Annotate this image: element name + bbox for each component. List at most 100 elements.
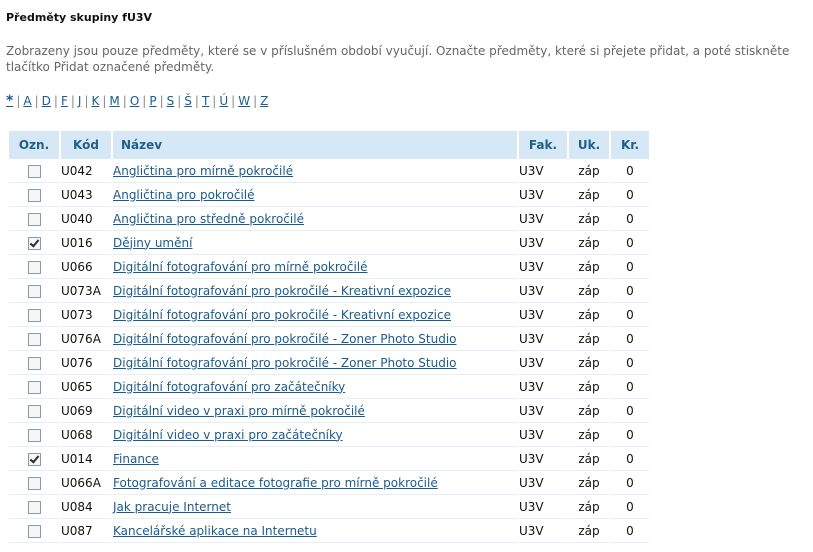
alphabet-link-d[interactable]: D	[42, 94, 51, 108]
course-name-cell: Angličtina pro mírně pokročilé	[113, 159, 517, 183]
header-completion: Uk.	[569, 131, 609, 159]
course-name-link[interactable]: Finance	[113, 452, 159, 466]
table-row: U016 Dějiny umění U3V záp 0	[9, 231, 649, 255]
alphabet-separator: |	[102, 94, 107, 108]
select-checkbox[interactable]	[27, 428, 41, 442]
alphabet-link-m[interactable]: M	[109, 94, 119, 108]
select-checkbox[interactable]	[27, 476, 41, 490]
alphabet-link-k[interactable]: K	[91, 94, 99, 108]
course-name-link[interactable]: Digitální fotografování pro pokročilé - …	[113, 308, 451, 322]
course-completion: záp	[569, 423, 609, 447]
course-completion: záp	[569, 375, 609, 399]
course-faculty: U3V	[519, 207, 567, 231]
course-faculty: U3V	[519, 399, 567, 423]
header-code: Kód	[61, 131, 111, 159]
course-completion: záp	[569, 279, 609, 303]
select-checkbox[interactable]	[27, 284, 41, 298]
select-checkbox[interactable]	[27, 308, 41, 322]
alphabet-link-p[interactable]: P	[149, 94, 156, 108]
select-checkbox[interactable]	[27, 188, 41, 202]
alphabet-link-a[interactable]: A	[23, 94, 31, 108]
course-credits: 0	[611, 303, 649, 327]
course-completion: záp	[569, 351, 609, 375]
course-completion: záp	[569, 447, 609, 471]
alphabet-link-o[interactable]: O	[130, 94, 139, 108]
alphabet-link-j[interactable]: J	[78, 94, 82, 108]
course-faculty: U3V	[519, 447, 567, 471]
course-name-cell: Digitální fotografování pro pokročilé - …	[113, 303, 517, 327]
course-name-link[interactable]: Digitální fotografování pro pokročilé - …	[113, 284, 451, 298]
header-credits: Kr.	[611, 131, 649, 159]
course-completion: záp	[569, 399, 609, 423]
table-row: U087 Kancelářské aplikace na Internetu U3V…	[9, 519, 649, 543]
course-code: U042	[61, 159, 111, 183]
course-name-cell: Digitální fotografování pro mírně pokroč…	[113, 255, 517, 279]
course-name-cell: Digitální video v praxi pro mírně pokroč…	[113, 399, 517, 423]
alphabet-separator: |	[159, 94, 164, 108]
course-name-link[interactable]: Digitální fotografování pro pokročilé - …	[113, 356, 457, 370]
select-cell	[9, 471, 59, 495]
alphabet-link-s[interactable]: S	[167, 94, 175, 108]
alphabet-link-ú[interactable]: Ú	[219, 94, 228, 108]
course-faculty: U3V	[519, 255, 567, 279]
table-row: U066A Fotografování a editace fotografie …	[9, 471, 649, 495]
alphabet-link-t[interactable]: T	[202, 94, 209, 108]
course-name-cell: Jak pracuje Internet	[113, 495, 517, 519]
alphabet-separator: |	[84, 94, 89, 108]
course-credits: 0	[611, 471, 649, 495]
course-completion: záp	[569, 495, 609, 519]
select-checkbox[interactable]	[27, 332, 41, 346]
course-name-link[interactable]: Jak pracuje Internet	[113, 500, 231, 514]
course-completion: záp	[569, 255, 609, 279]
course-faculty: U3V	[519, 351, 567, 375]
alphabet-separator: |	[231, 94, 236, 108]
course-name-link[interactable]: Digitální video v praxi pro mírně pokroč…	[113, 404, 365, 418]
table-row: U076 Digitální fotografování pro pokročil…	[9, 351, 649, 375]
course-completion: záp	[569, 183, 609, 207]
course-name-link[interactable]: Angličtina pro pokročilé	[113, 188, 255, 202]
select-checkbox[interactable]	[27, 380, 41, 394]
select-checkbox[interactable]	[27, 404, 41, 418]
course-code: U016	[61, 231, 111, 255]
table-row: U043 Angličtina pro pokročilé U3V záp 0	[9, 183, 649, 207]
course-name-cell: Kancelářské aplikace na Internetu	[113, 519, 517, 543]
course-name-cell: Angličtina pro středně pokročilé	[113, 207, 517, 231]
select-checkbox[interactable]	[27, 212, 41, 226]
select-checkbox[interactable]	[27, 356, 41, 370]
select-checkbox[interactable]	[27, 524, 41, 538]
table-row: U065 Digitální fotografování pro začátečn…	[9, 375, 649, 399]
alphabet-separator: |	[142, 94, 147, 108]
table-row: U073A Digitální fotografování pro pokroči…	[9, 279, 649, 303]
course-code: U066A	[61, 471, 111, 495]
course-name-link[interactable]: Dějiny umění	[113, 236, 192, 250]
select-cell	[9, 231, 59, 255]
course-code: U014	[61, 447, 111, 471]
alphabet-link-w[interactable]: W	[238, 94, 250, 108]
course-credits: 0	[611, 399, 649, 423]
table-row: U068 Digitální video v praxi pro začátečn…	[9, 423, 649, 447]
alphabet-link-all[interactable]: *	[6, 93, 13, 109]
course-name-link[interactable]: Digitální fotografování pro začátečníky	[113, 380, 345, 394]
alphabet-link-f[interactable]: F	[61, 94, 68, 108]
course-faculty: U3V	[519, 303, 567, 327]
courses-table-body: U042 Angličtina pro mírně pokročilé U3V záp…	[9, 159, 649, 543]
course-name-link[interactable]: Angličtina pro mírně pokročilé	[113, 164, 293, 178]
course-name-link[interactable]: Angličtina pro středně pokročilé	[113, 212, 304, 226]
course-credits: 0	[611, 279, 649, 303]
course-name-link[interactable]: Digitální video v praxi pro začátečníky	[113, 428, 343, 442]
course-faculty: U3V	[519, 231, 567, 255]
select-checkbox[interactable]	[27, 260, 41, 274]
select-checkbox[interactable]	[27, 236, 41, 250]
course-name-link[interactable]: Kancelářské aplikace na Internetu	[113, 524, 317, 538]
course-name-link[interactable]: Fotografování a editace fotografie pro m…	[113, 476, 438, 490]
course-name-link[interactable]: Digitální fotografování pro mírně pokroč…	[113, 260, 368, 274]
alphabet-link-š[interactable]: Š	[184, 94, 192, 108]
select-cell	[9, 447, 59, 471]
select-checkbox[interactable]	[27, 500, 41, 514]
alphabet-link-z[interactable]: Z	[260, 94, 268, 108]
header-select: Ozn.	[9, 131, 59, 159]
select-checkbox[interactable]	[27, 452, 41, 466]
course-code: U076	[61, 351, 111, 375]
course-name-link[interactable]: Digitální fotografování pro pokročilé - …	[113, 332, 457, 346]
select-checkbox[interactable]	[27, 164, 41, 178]
